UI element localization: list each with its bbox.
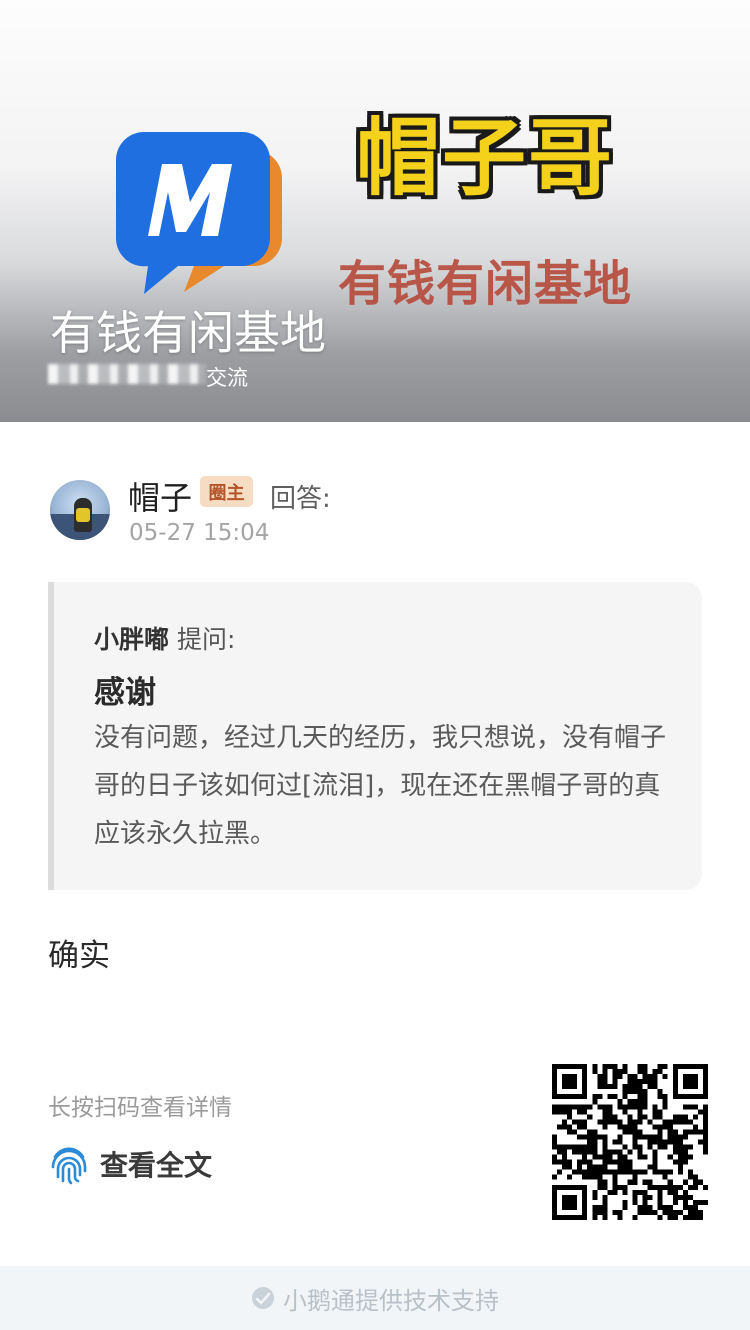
answer-text: 确实	[48, 938, 110, 974]
header-banner: 帽子哥 有钱有闲基地 有钱有闲基地 交流	[0, 0, 750, 422]
view-full-label: 查看全文	[100, 1149, 213, 1182]
view-full-button[interactable]: 查看全文	[50, 1142, 212, 1186]
support-text: 小鹅通提供技术支持	[283, 1286, 499, 1315]
brand-title: 帽子哥	[355, 109, 614, 207]
redacted-text	[48, 364, 206, 384]
question-card: 小胖嘟 提问: 感谢 没有问题，经过几天的经历，我只想说，没有帽子哥的日子该如何…	[48, 582, 702, 890]
brand-subtitle: 有钱有闲基地	[337, 256, 632, 312]
group-description-text: 交流	[206, 366, 248, 390]
asker-line: 小胖嘟 提问:	[94, 620, 235, 656]
qr-code[interactable]	[552, 1064, 708, 1220]
role-badge: 圈主	[200, 476, 253, 507]
author-name[interactable]: 帽子	[128, 473, 192, 519]
fingerprint-icon	[51, 1147, 87, 1185]
app-logo-icon	[115, 132, 282, 294]
support-bar: 小鹅通提供技术支持	[0, 1266, 750, 1330]
scan-hint: 长按扫码查看详情	[48, 1095, 232, 1121]
asker-name: 小胖嘟	[94, 625, 170, 654]
group-description: 交流	[48, 362, 278, 390]
asker-suffix: 提问:	[176, 625, 236, 654]
question-body: 没有问题，经过几天的经历，我只想说，没有帽子哥的日子该如何过[流泪]，现在还在黑…	[94, 723, 667, 849]
answer-verb: 回答:	[270, 484, 331, 514]
group-name: 有钱有闲基地	[50, 306, 326, 360]
avatar[interactable]	[50, 480, 110, 540]
timestamp: 05-27 15:04	[129, 520, 270, 546]
support-logo-icon	[252, 1287, 274, 1309]
question-title: 感谢	[94, 675, 156, 711]
